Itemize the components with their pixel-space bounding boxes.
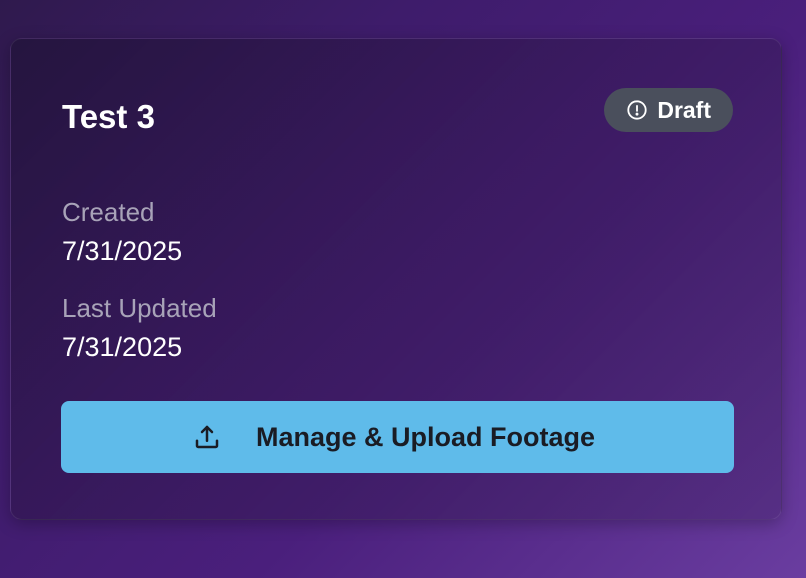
- created-value: 7/31/2025: [62, 236, 183, 266]
- project-card: Test 3 Draft Created 7/31/2025 Last Upda…: [10, 38, 782, 520]
- manage-upload-footage-button[interactable]: Manage & Upload Footage: [61, 401, 734, 473]
- upload-icon: [192, 422, 222, 452]
- created-label: Created: [62, 197, 155, 227]
- card-title: Test 3: [62, 98, 155, 135]
- alert-circle-icon: [626, 99, 648, 121]
- manage-upload-footage-label: Manage & Upload Footage: [255, 421, 596, 452]
- last-updated-label: Last Updated: [62, 293, 217, 323]
- status-badge-label: Draft: [657, 96, 711, 123]
- status-badge: Draft: [604, 88, 733, 132]
- last-updated-value: 7/31/2025: [62, 332, 183, 362]
